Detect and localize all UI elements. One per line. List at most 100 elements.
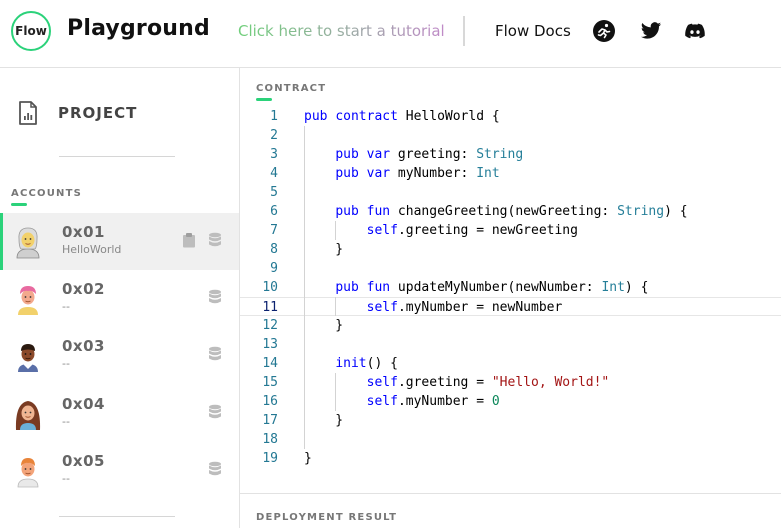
code-line[interactable]: 17 } bbox=[240, 411, 781, 430]
code-text: self.myNumber = 0 bbox=[366, 394, 500, 409]
line-number: 10 bbox=[262, 280, 278, 295]
clipboard-icon[interactable] bbox=[182, 232, 196, 248]
code-text: pub var myNumber: Int bbox=[335, 166, 500, 181]
line-number: 15 bbox=[262, 375, 278, 390]
database-icon[interactable] bbox=[208, 404, 222, 420]
code-line[interactable]: 1 pub contract HelloWorld { bbox=[240, 107, 781, 126]
line-number: 18 bbox=[262, 432, 278, 447]
line-number: 2 bbox=[270, 128, 278, 143]
database-icon[interactable] bbox=[208, 346, 222, 362]
line-number: 8 bbox=[270, 242, 278, 257]
avatar bbox=[18, 344, 38, 372]
code-line[interactable]: 3 pub var greeting: String bbox=[240, 145, 781, 164]
project-label: PROJECT bbox=[58, 104, 138, 122]
code-line[interactable]: 14 init() { bbox=[240, 354, 781, 373]
code-line[interactable]: 5 bbox=[240, 183, 781, 202]
code-text: self.myNumber = newNumber bbox=[366, 300, 563, 315]
code-text: pub fun changeGreeting(newGreeting: Stri… bbox=[335, 204, 688, 219]
line-number: 12 bbox=[262, 318, 278, 333]
account-address: 0x03 bbox=[62, 337, 105, 355]
code-line[interactable]: 2 bbox=[240, 126, 781, 145]
code-line[interactable]: 18 bbox=[240, 430, 781, 449]
code-text: } bbox=[304, 413, 344, 428]
sidebar-divider bbox=[59, 156, 175, 157]
project-button[interactable]: PROJECT bbox=[0, 96, 239, 132]
contract-heading: CONTRACT bbox=[256, 83, 327, 94]
code-line[interactable]: 13 bbox=[240, 335, 781, 354]
account-address: 0x05 bbox=[62, 452, 105, 470]
account-contract-name: -- bbox=[62, 357, 70, 370]
line-number: 5 bbox=[270, 185, 278, 200]
account-item-0x04[interactable]: 0x04 -- bbox=[0, 385, 239, 442]
active-indicator bbox=[0, 213, 3, 270]
line-number: 17 bbox=[262, 413, 278, 428]
account-address: 0x02 bbox=[62, 280, 105, 298]
line-number: 11 bbox=[262, 300, 278, 315]
indent-guide bbox=[304, 126, 305, 449]
accounts-heading: ACCOUNTS bbox=[11, 188, 83, 199]
contract-heading-underline bbox=[256, 98, 272, 101]
flow-runner-icon[interactable] bbox=[593, 20, 615, 42]
line-number: 4 bbox=[270, 166, 278, 181]
account-contract-name: -- bbox=[62, 300, 70, 313]
code-text: } bbox=[304, 318, 344, 333]
database-icon[interactable] bbox=[208, 461, 222, 477]
sidebar: PROJECT ACCOUNTS 0x01 HelloWorld 0x02 --… bbox=[0, 68, 240, 528]
line-number: 1 bbox=[270, 109, 278, 124]
code-text: pub fun updateMyNumber(newNumber: Int) { bbox=[335, 280, 649, 295]
twitter-icon[interactable] bbox=[640, 20, 662, 42]
code-line[interactable]: 8 } bbox=[240, 240, 781, 259]
header-divider bbox=[463, 16, 465, 46]
database-icon[interactable] bbox=[208, 289, 222, 305]
line-number: 3 bbox=[270, 147, 278, 162]
code-line[interactable]: 19} bbox=[240, 449, 781, 468]
flow-logo[interactable]: Flow bbox=[11, 11, 51, 51]
code-line[interactable]: 6 pub fun changeGreeting(newGreeting: St… bbox=[240, 202, 781, 221]
code-editor[interactable]: 1 pub contract HelloWorld { 2 3 pub var gre… bbox=[240, 107, 781, 493]
main-content: CONTRACT 1 pub contract HelloWorld { 2 3 pu… bbox=[240, 68, 781, 528]
code-line[interactable]: 4 pub var myNumber: Int bbox=[240, 164, 781, 183]
avatar bbox=[16, 227, 40, 259]
code-line[interactable]: 7 self.greeting = newGreeting bbox=[240, 221, 781, 240]
tutorial-link[interactable]: Click here to start a tutorial bbox=[238, 22, 445, 40]
discord-icon[interactable] bbox=[684, 20, 706, 42]
code-line[interactable]: 9 bbox=[240, 259, 781, 278]
line-number: 19 bbox=[262, 451, 278, 466]
code-line[interactable]: 11 self.myNumber = newNumber bbox=[240, 297, 781, 316]
line-number: 7 bbox=[270, 223, 278, 238]
account-address: 0x04 bbox=[62, 395, 105, 413]
app-title: Playground bbox=[67, 16, 210, 41]
code-text: } bbox=[304, 242, 344, 257]
account-item-0x05[interactable]: 0x05 -- bbox=[0, 442, 239, 499]
line-number: 16 bbox=[262, 394, 278, 409]
account-item-0x02[interactable]: 0x02 -- bbox=[0, 270, 239, 327]
account-contract-name: -- bbox=[62, 472, 70, 485]
avatar bbox=[15, 401, 41, 430]
indent-guide bbox=[335, 221, 337, 240]
top-header: Flow Playground Click here to start a tu… bbox=[0, 0, 781, 68]
line-number: 6 bbox=[270, 204, 278, 219]
line-number: 9 bbox=[270, 261, 278, 276]
code-line[interactable]: 15 self.greeting = "Hello, World!" bbox=[240, 373, 781, 392]
sidebar-divider bbox=[59, 516, 175, 517]
deployment-result-panel[interactable]: DEPLOYMENT RESULT bbox=[240, 493, 781, 528]
account-item-0x03[interactable]: 0x03 -- bbox=[0, 327, 239, 384]
database-icon[interactable] bbox=[208, 232, 222, 248]
avatar bbox=[18, 286, 38, 315]
line-number: 13 bbox=[262, 337, 278, 352]
code-text: } bbox=[304, 451, 312, 466]
code-text: self.greeting = newGreeting bbox=[366, 223, 578, 238]
code-line[interactable]: 12 } bbox=[240, 316, 781, 335]
code-line[interactable]: 16 self.myNumber = 0 bbox=[240, 392, 781, 411]
code-line[interactable]: 10 pub fun updateMyNumber(newNumber: Int… bbox=[240, 278, 781, 297]
indent-guide bbox=[335, 373, 337, 411]
deployment-result-heading: DEPLOYMENT RESULT bbox=[256, 512, 398, 523]
flow-docs-link[interactable]: Flow Docs bbox=[495, 22, 571, 40]
account-item-0x01[interactable]: 0x01 HelloWorld bbox=[0, 213, 239, 270]
code-text: pub var greeting: String bbox=[335, 147, 524, 162]
code-text: pub contract HelloWorld { bbox=[304, 109, 500, 124]
document-chart-icon bbox=[19, 101, 37, 125]
account-address: 0x01 bbox=[62, 223, 105, 241]
indent-guide bbox=[335, 297, 337, 316]
code-text: init() { bbox=[335, 356, 398, 371]
